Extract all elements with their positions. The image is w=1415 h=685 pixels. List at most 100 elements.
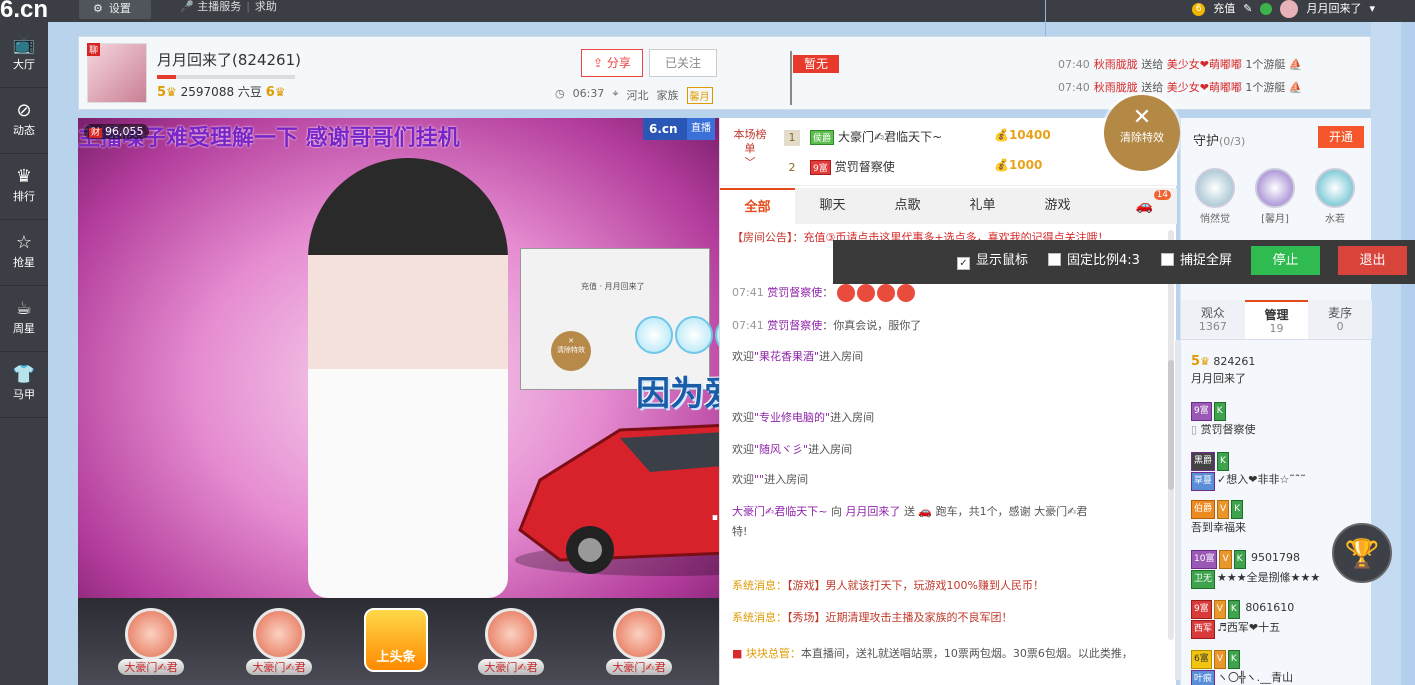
star-icon: ☆ bbox=[15, 232, 33, 253]
sidebar-item-hall[interactable]: 📺 大厅 bbox=[0, 22, 48, 88]
seat-label: 大豪门✍君 bbox=[246, 659, 312, 675]
top-user-area: 6 充值 ✎ 月月回来了 ▾ bbox=[1192, 0, 1375, 18]
tab-mic-queue[interactable]: 麦序 0 bbox=[1308, 300, 1372, 339]
rank-value: 💰10400 bbox=[994, 128, 1051, 142]
logo-text: 6.cn bbox=[0, 0, 49, 23]
host-name[interactable]: 月月回来了(824261) bbox=[157, 49, 301, 70]
seat-slot[interactable]: 大豪门✍君 bbox=[234, 608, 324, 682]
gift-feed-item: 07:40 秋雨胧胧 送给 美少女❤萌嘟嘟 1个游艇 ⛵ bbox=[1058, 58, 1303, 71]
chat-message: 大豪门✍君临天下~ 向 月月回来了 送 🚗 跑车，共1个，感谢 大豪门✍君 bbox=[732, 505, 1088, 518]
chevron-down-icon[interactable]: ▾ bbox=[1369, 2, 1375, 16]
sidebar-item-week-star[interactable]: ☕ 周星 bbox=[0, 286, 48, 352]
capture-full-checkbox[interactable] bbox=[1161, 253, 1174, 266]
show-mouse-option[interactable]: ✓ 显示鼠标 bbox=[957, 253, 1028, 270]
fixed-ratio-option[interactable]: 固定比例4:3 bbox=[1048, 253, 1140, 269]
capture-full-option[interactable]: 捕捉全屏 bbox=[1161, 253, 1232, 269]
list-item[interactable]: 黑爵 K 草蔓 ✓想入❤非非☆˜˜˜ bbox=[1191, 451, 1361, 491]
sidebar-label: 抢星 bbox=[13, 256, 35, 269]
chat-message: ■ 块块总管：本直播间，送礼就送唱站票，10票两包烟。30票6包烟。以此类推， bbox=[732, 647, 1133, 660]
seat-slot[interactable]: 大豪门✍君 bbox=[594, 608, 684, 682]
chat-scrollbar[interactable] bbox=[1168, 230, 1174, 640]
ranking-label[interactable]: 本场榜单 ﹀ bbox=[732, 128, 768, 170]
tab-games[interactable]: 游戏 bbox=[1020, 188, 1095, 224]
clear-effects-button[interactable]: ✕ 清除特效 bbox=[1104, 95, 1180, 171]
seat-slot[interactable]: 大豪门✍君 bbox=[106, 608, 196, 682]
chat-message: 07:41 赏罚督察使：你真会说，服你了 bbox=[732, 319, 922, 332]
tab-admins[interactable]: 管理 19 bbox=[1244, 300, 1309, 339]
cup-icon: ☕ bbox=[15, 298, 33, 319]
stop-button[interactable]: 停止 bbox=[1251, 246, 1320, 275]
chat-message: 特! bbox=[732, 525, 748, 538]
user-list-scrollbar[interactable] bbox=[1175, 340, 1180, 680]
rank-name: 赏罚督察使 bbox=[834, 160, 895, 174]
guard-member[interactable]: 水若 bbox=[1315, 168, 1355, 225]
fixed-ratio-label: 固定比例4:3 bbox=[1067, 253, 1140, 268]
edit-icon[interactable]: ✎ bbox=[1243, 2, 1252, 16]
fixed-ratio-checkbox[interactable] bbox=[1048, 253, 1061, 266]
tab-song[interactable]: 点歌 bbox=[870, 188, 945, 224]
rank-badge: 9富 bbox=[810, 160, 831, 175]
video-logo-text: 6.cn bbox=[649, 122, 678, 136]
guard-avatar bbox=[1315, 168, 1355, 208]
coin-icon: 6 bbox=[1192, 2, 1206, 16]
guard-member[interactable]: 悄然觉 bbox=[1195, 168, 1235, 225]
sidebar-label: 动态 bbox=[13, 124, 35, 137]
sidebar-item-rank[interactable]: ♛ 排行 bbox=[0, 154, 48, 220]
video-logo: 直播 6.cn bbox=[643, 118, 715, 140]
guard-open-button[interactable]: 开通 bbox=[1318, 126, 1364, 148]
coin-icon: 💰 bbox=[994, 128, 1009, 142]
family-tag[interactable]: 馨月 bbox=[686, 87, 713, 104]
angry-emoji-icon bbox=[856, 284, 875, 302]
tab-chat[interactable]: 聊天 bbox=[795, 188, 870, 224]
angry-emoji-icon bbox=[836, 284, 855, 302]
sidebar-item-vest[interactable]: 👕 马甲 bbox=[0, 352, 48, 418]
rank-value: 💰1000 bbox=[994, 158, 1043, 172]
share-button[interactable]: ⇪ 分享 bbox=[581, 49, 643, 77]
seat-label: 大豪门✍君 bbox=[606, 659, 672, 675]
exit-button[interactable]: 退出 bbox=[1338, 246, 1407, 275]
tab-audience[interactable]: 观众 1367 bbox=[1181, 300, 1245, 339]
sidebar-item-grab-star[interactable]: ☆ 抢星 bbox=[0, 220, 48, 286]
guard-avatar bbox=[1255, 168, 1295, 208]
car-icon[interactable]: 🚗 14 bbox=[1136, 190, 1172, 214]
chat-message: 欢迎""进入房间 bbox=[732, 473, 809, 486]
sidebar-item-feed[interactable]: ⊘ 动态 bbox=[0, 88, 48, 154]
site-logo[interactable]: 6.cn bbox=[0, 0, 48, 24]
trophy-icon[interactable]: 🏆 bbox=[1332, 523, 1392, 583]
user-name[interactable]: 月月回来了 bbox=[1306, 2, 1361, 16]
link-help[interactable]: 求助 bbox=[255, 0, 277, 13]
list-item[interactable]: 5♛ 824261 月月回来了 bbox=[1191, 353, 1361, 387]
list-item[interactable]: 6富 V K 叶痕 ヽ〇╬ヽ.__青山 bbox=[1191, 649, 1361, 685]
room-time: 06:37 bbox=[572, 87, 605, 100]
tab-all[interactable]: 全部 bbox=[720, 188, 795, 224]
seat-label: 大豪门✍君 bbox=[478, 659, 544, 675]
seat-label: 大豪门✍君 bbox=[118, 659, 184, 675]
headline-button[interactable]: 上头条 bbox=[364, 608, 428, 672]
speaker-icon: ■ bbox=[732, 647, 743, 660]
crown-icon: ♛ bbox=[274, 85, 286, 99]
family-label: 家族 bbox=[656, 89, 679, 102]
show-mouse-checkbox[interactable]: ✓ bbox=[957, 257, 970, 270]
list-item[interactable]: 伯爵 V K 吾到幸福来 bbox=[1191, 499, 1361, 536]
guard-avatar bbox=[1195, 168, 1235, 208]
list-item[interactable]: 9富 V K 8061610 西军 ♬西军❤十五 bbox=[1191, 599, 1361, 639]
guard-title: 守护(0/3) bbox=[1193, 134, 1246, 149]
seat-slot[interactable]: 大豪门✍君 bbox=[466, 608, 556, 682]
guard-member[interactable]: [馨月] bbox=[1255, 168, 1295, 225]
recharge-link[interactable]: 充值 bbox=[1213, 2, 1235, 16]
link-host-service[interactable]: 主播服务 bbox=[197, 0, 241, 13]
tab-gifts[interactable]: 礼单 bbox=[945, 188, 1020, 224]
gift-feed-item: 07:40 秋雨胧胧 送给 美少女❤萌嘟嘟 1个游艇 ⛵ bbox=[1058, 81, 1303, 94]
live-label: 直播 bbox=[687, 118, 715, 140]
verified-icon bbox=[1260, 3, 1273, 15]
user-avatar[interactable] bbox=[1280, 0, 1299, 18]
seat-bar: 大豪门✍君 大豪门✍君 上头条 大豪门✍君 大豪门✍君 bbox=[78, 598, 719, 685]
seat-avatar bbox=[125, 608, 177, 660]
rank-name: 大豪门✍君临天下~ bbox=[838, 130, 943, 144]
settings-button[interactable]: ⚙ 设置 bbox=[79, 0, 151, 19]
location-icon: ⌖ bbox=[612, 87, 619, 100]
follow-button[interactable]: 已关注 bbox=[649, 49, 717, 77]
ranking-row[interactable]: 2 9富 赏罚督察使 💰1000 bbox=[784, 158, 1164, 176]
wealth-tag: 财 bbox=[89, 128, 103, 138]
list-item[interactable]: 9富 K ▯ 赏罚督察使 bbox=[1191, 401, 1361, 438]
